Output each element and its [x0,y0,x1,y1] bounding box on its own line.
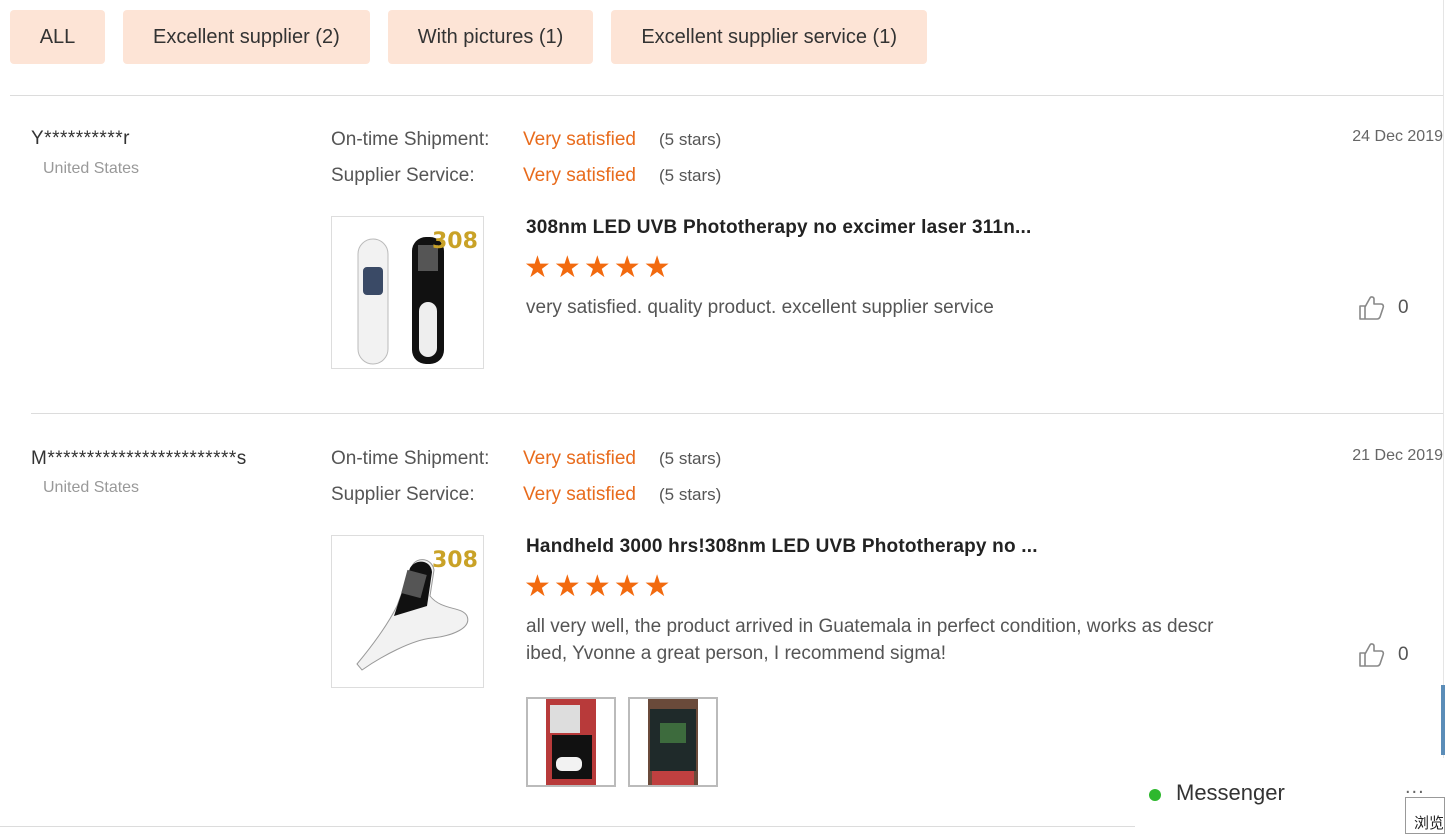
star-icon: ★ [553,251,581,284]
star-icon: ★ [524,570,551,603]
review-text-line: all very well, the product arrived in Gu… [526,616,1214,637]
star-icon: ★ [553,570,581,603]
star-icon: ★ [613,570,641,603]
rating-stars-shipment: (5 stars) [659,130,722,149]
star-icon: ★ [524,251,551,284]
more-icon[interactable]: ... [1405,776,1425,799]
review-filter-bar: ALL Excellent supplier (2) With pictures… [10,10,927,64]
review-text: very satisfied. quality product. excelle… [526,297,994,318]
filter-with-pictures-button[interactable]: With pictures (1) [387,10,594,64]
side-scroll-indicator[interactable] [1441,685,1445,755]
rating-value-service: Very satisfied [523,484,636,505]
filter-all-button[interactable]: ALL [10,10,105,64]
review-photo-thumbnail[interactable] [526,697,616,787]
rating-label-shipment: On-time Shipment: [331,448,490,469]
rating-label-service: Supplier Service: [331,484,475,505]
product-title[interactable]: 308nm LED UVB Phototherapy no excimer la… [526,217,1031,239]
messenger-label: Messenger [1176,780,1285,805]
like-count: 0 [1398,297,1409,318]
reviewer-name: M************************s [31,448,247,469]
online-status-icon [1149,789,1161,801]
product-title[interactable]: Handheld 3000 hrs!308nm LED UVB Photothe… [526,536,1038,558]
star-icon: ★ [583,251,611,284]
reviewer-name: Y**********r [31,128,130,149]
thumb-badge: 308 [432,548,478,573]
review-text: all very well, the product arrived in Gu… [526,613,1286,667]
star-icon: ★ [613,251,641,284]
like-count: 0 [1398,644,1409,665]
messenger-widget[interactable]: Messenger ... [1135,758,1445,828]
review-date: 24 Dec 2019 [1352,128,1443,145]
rating-stars-service: (5 stars) [659,166,722,185]
review-photo-thumbnail[interactable] [628,697,718,787]
reviewer-country: United States [43,160,140,177]
review-date: 21 Dec 2019 [1352,447,1443,464]
filter-excellent-supplier-button[interactable]: Excellent supplier (2) [123,10,370,64]
rating-value-shipment: Very satisfied [523,129,636,150]
thumbs-up-icon [1359,296,1385,320]
star-icon: ★ [583,570,611,603]
phototherapy-device-image: 308 [332,536,483,687]
review-photo [528,699,614,785]
product-star-rating: ★ ★ ★ ★ ★ [524,253,671,283]
product-thumbnail[interactable]: 308 [331,216,484,369]
review-text-line: ibed, Yvonne a great person, I recommend… [526,643,947,664]
rating-stars-service: (5 stars) [659,485,722,504]
rating-stars-shipment: (5 stars) [659,449,722,468]
like-button[interactable]: 0 [1358,295,1409,321]
rating-value-shipment: Very satisfied [523,448,636,469]
review-photo [630,699,716,785]
rating-value-service: Very satisfied [523,165,636,186]
review-divider [31,413,1443,414]
star-icon: ★ [643,251,671,284]
browse-tag[interactable]: 浏览 [1405,797,1445,834]
rating-label-shipment: On-time Shipment: [331,129,490,150]
thumbs-up-icon [1359,643,1385,667]
product-thumbnail[interactable]: 308 [331,535,484,688]
phototherapy-device-image: 308 [332,217,483,368]
star-icon: ★ [643,570,671,603]
like-button[interactable]: 0 [1358,642,1409,668]
filter-divider [10,95,1443,96]
thumb-badge: 308 [432,229,478,254]
filter-excellent-supplier-service-button[interactable]: Excellent supplier service (1) [611,10,927,64]
rating-label-service: Supplier Service: [331,165,475,186]
reviewer-country: United States [43,479,140,496]
product-star-rating: ★ ★ ★ ★ ★ [524,572,671,602]
